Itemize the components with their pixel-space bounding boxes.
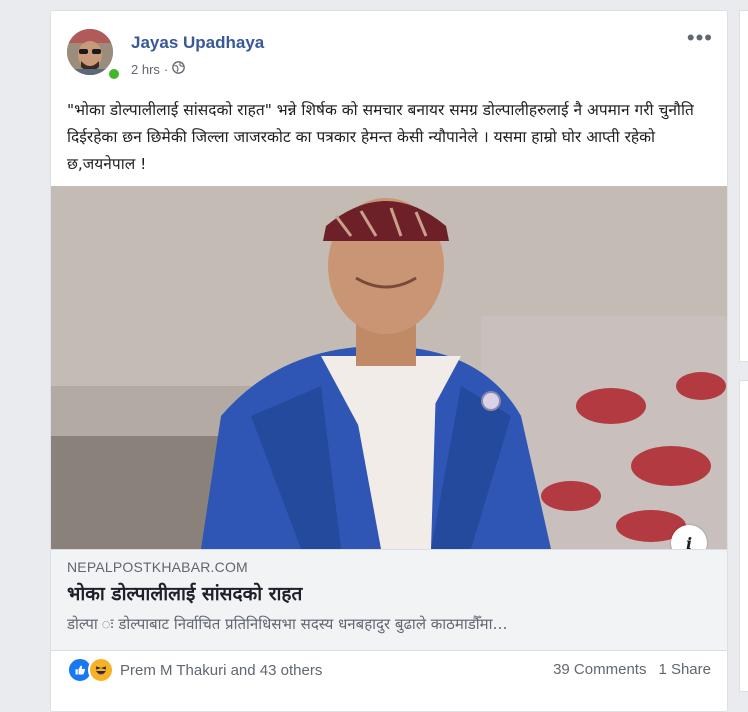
right-column-card	[739, 10, 748, 362]
engagement-counts: 39 Comments 1 Share	[553, 661, 711, 678]
link-preview-box[interactable]: NEPALPOSTKHABAR.COM भोका डोल्पालीलाई सां…	[51, 549, 727, 651]
author-avatar[interactable]	[67, 29, 113, 75]
link-preview-image[interactable]	[51, 186, 727, 549]
post-card: Jayas Upadhaya 2 hrs · ••• "भोका डोल्पाल…	[50, 10, 728, 712]
meta-separator: ·	[163, 61, 169, 77]
reactions-summary[interactable]: Prem M Thakuri and 43 others	[67, 657, 322, 683]
comments-count[interactable]: 39 Comments	[553, 661, 646, 678]
more-options-icon[interactable]: •••	[687, 27, 713, 49]
haha-icon[interactable]	[88, 657, 114, 683]
reactions-summary-text[interactable]: Prem M Thakuri and 43 others	[120, 662, 322, 679]
globe-icon[interactable]	[172, 61, 186, 77]
link-domain: NEPALPOSTKHABAR.COM	[67, 559, 248, 575]
right-column-card	[739, 380, 748, 692]
post-author-name[interactable]: Jayas Upadhaya	[131, 33, 264, 53]
link-title[interactable]: भोका डोल्पालीलाई सांसदको राहत	[67, 580, 302, 606]
post-text: "भोका डोल्पालीलाई सांसदको राहत" भन्ने शि…	[67, 101, 694, 173]
post-meta: 2 hrs ·	[131, 61, 186, 77]
online-status-indicator	[107, 67, 121, 81]
post-timestamp[interactable]: 2 hrs	[131, 62, 160, 77]
shares-count[interactable]: 1 Share	[658, 661, 711, 678]
link-description: डोल्पा ः डोल्पाबाट निर्वाचित प्रतिनिधिसभ…	[67, 615, 508, 633]
